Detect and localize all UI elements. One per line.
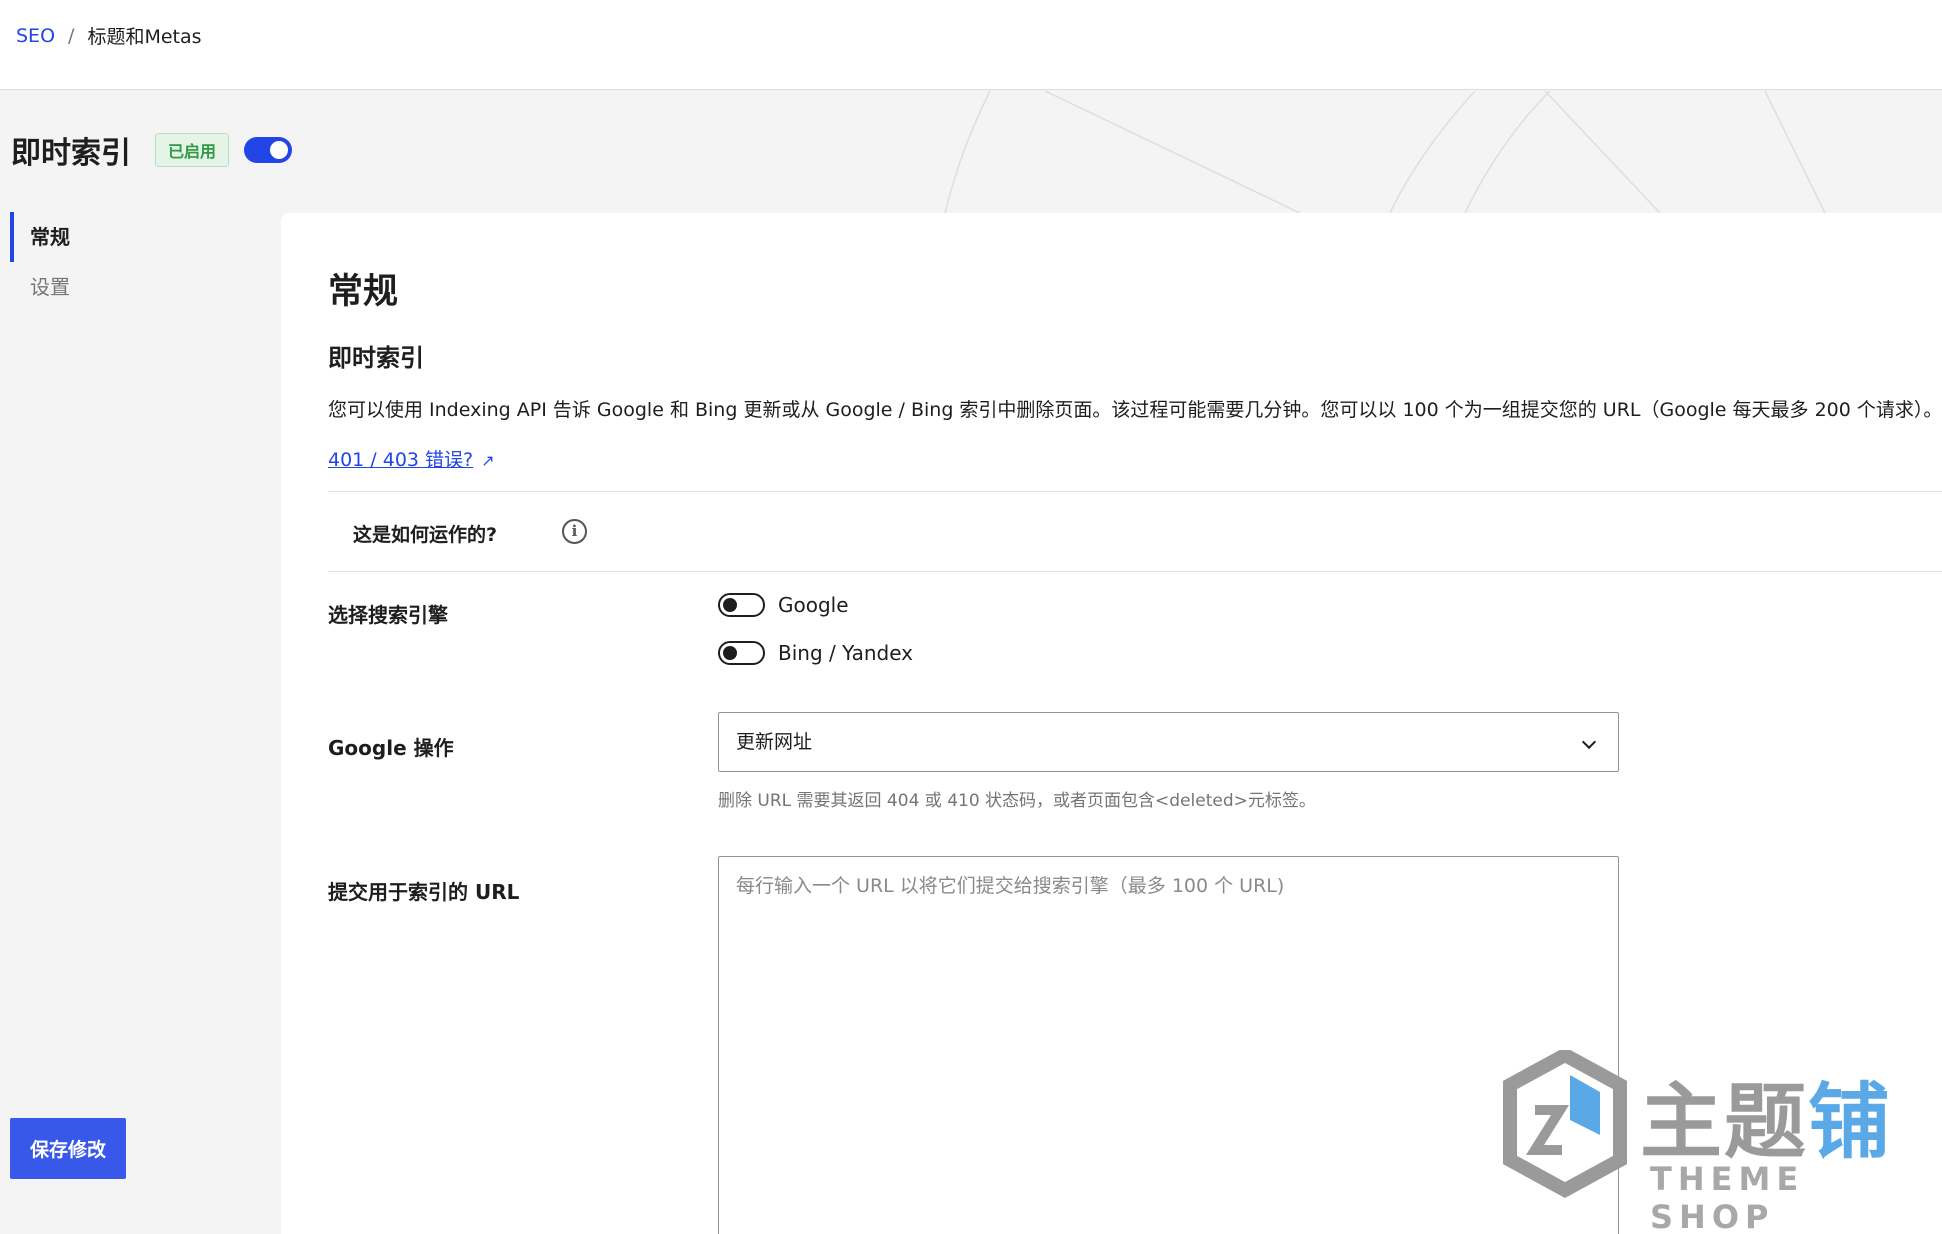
how-it-works-label: 这是如何运作的? (353, 524, 498, 546)
google-action-hint: 删除 URL 需要其返回 404 或 410 状态码，或者页面包含<delete… (718, 791, 1316, 811)
watermark-brand-main: 主题 (1640, 1075, 1809, 1170)
how-it-works-row[interactable]: 这是如何运作的? i (328, 491, 1942, 572)
breadcrumb-current: 标题和Metas (87, 26, 202, 48)
watermark-brand: 主题铺 (1640, 1055, 1892, 1174)
breadcrumb-separator: / (68, 24, 75, 47)
submit-urls-label: 提交用于索引的 URL (328, 880, 520, 904)
bing-yandex-toggle[interactable] (718, 641, 765, 665)
toggle-knob (270, 141, 289, 159)
sidebar-item-settings[interactable]: 设置 (10, 262, 230, 312)
watermark-subtitle: THEME SHOP (1650, 1160, 1805, 1234)
toggle-knob (723, 646, 737, 660)
google-toggle[interactable] (718, 593, 765, 617)
google-toggle-label: Google (778, 593, 849, 617)
error-help-link[interactable]: 401 / 403 错误? ↗ (328, 445, 495, 472)
status-badge: 已启用 (155, 133, 230, 167)
info-icon[interactable]: i (562, 519, 587, 544)
breadcrumb-seo-link[interactable]: SEO (16, 25, 55, 47)
url-textarea[interactable] (718, 856, 1619, 1234)
search-engine-label: 选择搜索引擎 (328, 603, 448, 627)
breadcrumb: SEO / 标题和Metas (16, 22, 202, 49)
save-button[interactable]: 保存修改 (10, 1118, 126, 1179)
chevron-down-icon (1581, 734, 1597, 750)
google-action-value: 更新网址 (736, 731, 813, 753)
page-header: 即时索引 已启用 (11, 128, 293, 172)
bing-yandex-toggle-row: Bing / Yandex (718, 641, 913, 665)
sidebar-nav: 常规 设置 (10, 212, 230, 312)
section-title: 常规 (328, 272, 399, 312)
watermark: 主题铺 THEME SHOP (1500, 1050, 1920, 1234)
google-action-label: Google 操作 (328, 736, 454, 760)
watermark-brand-accent: 铺 (1808, 1075, 1893, 1170)
page-title: 即时索引 (11, 136, 131, 171)
top-bar: SEO / 标题和Metas (0, 0, 1942, 90)
description-text: 您可以使用 Indexing API 告诉 Google 和 Bing 更新或从… (328, 399, 1942, 421)
subsection-title: 即时索引 (328, 344, 424, 372)
google-action-select[interactable]: 更新网址 (718, 712, 1619, 772)
toggle-knob (723, 598, 737, 612)
error-help-link-text: 401 / 403 错误? (328, 449, 474, 471)
module-enable-toggle[interactable] (244, 137, 293, 163)
google-toggle-row: Google (718, 593, 849, 617)
sidebar-item-general[interactable]: 常规 (10, 212, 230, 262)
theme-shop-logo-icon (1503, 1050, 1627, 1198)
external-link-icon: ↗ (481, 451, 495, 470)
bing-yandex-toggle-label: Bing / Yandex (778, 641, 913, 665)
